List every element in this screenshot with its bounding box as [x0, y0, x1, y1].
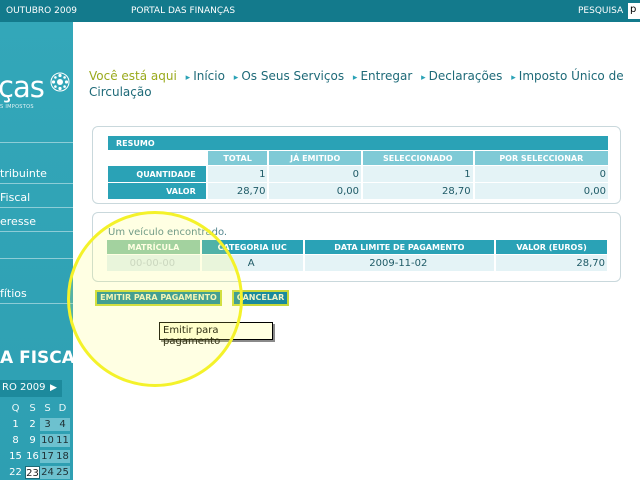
chevron-right-icon: ▸ — [511, 73, 516, 83]
breadcrumb-link-entregar[interactable]: Entregar — [360, 69, 412, 83]
breadcrumb-link-declaracoes[interactable]: Declarações — [429, 69, 503, 83]
weekday-label: S — [44, 403, 51, 414]
divider — [0, 142, 73, 143]
cursor-highlight — [67, 211, 243, 387]
valor-total: 28,70 — [207, 183, 268, 199]
calendar-day[interactable]: 8 — [8, 434, 23, 447]
portal-link[interactable]: PORTAL DAS FINANÇAS — [131, 6, 235, 16]
calendar-day[interactable]: 10 — [40, 434, 55, 447]
valor-emitido: 0,00 — [269, 183, 361, 199]
chevron-right-icon: ▸ — [233, 73, 239, 83]
sidebar: ças S IMPOSTOS tribuinte Fiscal eresse f… — [0, 22, 86, 480]
calendar-day[interactable]: 17 — [40, 450, 55, 463]
empty-cell — [108, 151, 206, 165]
top-bar: OUTUBRO 2009 PORTAL DAS FINANÇAS PESQUIS… — [0, 0, 640, 22]
flower-logo-icon — [50, 72, 70, 92]
breadcrumb-link-servicos[interactable]: Os Seus Serviços — [241, 69, 344, 83]
weekday-label: D — [58, 403, 67, 414]
sidebar-item-contribuinte[interactable]: tribuinte — [0, 164, 73, 184]
calendar-day[interactable]: 9 — [25, 434, 40, 447]
calendar-day[interactable]: 16 — [25, 450, 40, 463]
chevron-right-icon[interactable]: ▶ — [45, 380, 62, 397]
calendar-day[interactable]: 22 — [8, 466, 23, 479]
breadcrumb-link-inicio[interactable]: Início — [193, 69, 225, 83]
logo: ças S IMPOSTOS — [0, 60, 73, 120]
weekday-label: S — [29, 403, 36, 414]
logo-subtitle: S IMPOSTOS — [0, 104, 34, 110]
column-header: VALOR (EUROS) — [496, 240, 607, 254]
data-limite-cell: 2009-11-02 — [304, 255, 495, 271]
breadcrumb: Você está aqui ▸ Início ▸ Os Seus Serviços… — [89, 69, 629, 99]
quantidade-por-seleccionar: 0 — [474, 166, 608, 182]
quantidade-seleccionado: 1 — [362, 166, 473, 182]
calendar-day-today[interactable]: 23 — [25, 466, 40, 479]
calendar-day[interactable]: 2 — [25, 418, 40, 431]
chevron-right-icon: ▸ — [185, 73, 191, 83]
column-header: POR SELECCIONAR — [474, 151, 608, 165]
calendar-day[interactable]: 11 — [55, 434, 70, 447]
column-header: DATA LIMITE DE PAGAMENTO — [304, 240, 495, 254]
sidebar-item-sitios[interactable]: fítios — [0, 284, 73, 304]
calendar-day[interactable]: 24 — [40, 466, 55, 479]
logo-text: ças — [0, 70, 45, 104]
quantidade-emitido: 0 — [269, 166, 361, 182]
summary-panel: RESUMO TOTAL JÁ EMITIDO SELECCIONADO POR… — [92, 126, 621, 204]
divider — [0, 258, 73, 259]
column-header: TOTAL — [207, 151, 268, 165]
calendar-day[interactable]: 25 — [55, 466, 70, 479]
valor-por-seleccionar: 0,00 — [474, 183, 608, 199]
sidebar-item-interesse[interactable]: eresse — [0, 212, 73, 232]
column-header: SELECCIONADO — [362, 151, 473, 165]
chevron-right-icon: ▸ — [421, 73, 426, 83]
search-label: PESQUISA — [578, 6, 624, 16]
sidebar-item-fiscal[interactable]: Fiscal — [0, 188, 73, 208]
calendar-day[interactable]: 3 — [40, 418, 55, 431]
chevron-right-icon: ▸ — [352, 73, 358, 83]
column-header: JÁ EMITIDO — [269, 151, 361, 165]
date-label: OUTUBRO 2009 — [6, 6, 78, 16]
calendar-day[interactable]: 4 — [55, 418, 70, 431]
row-label-valor: VALOR — [108, 183, 206, 199]
calendar-day[interactable]: 1 — [8, 418, 23, 431]
summary-table: RESUMO TOTAL JÁ EMITIDO SELECCIONADO POR… — [106, 135, 610, 200]
valor-cell: 28,70 — [496, 255, 607, 271]
quantidade-total: 1 — [207, 166, 268, 182]
row-label-quantidade: QUANTIDADE — [108, 166, 206, 182]
calendar-day[interactable]: 15 — [8, 450, 23, 463]
breadcrumb-here-label: Você está aqui — [89, 69, 177, 83]
summary-title: RESUMO — [108, 136, 608, 150]
calendar-day[interactable]: 18 — [55, 450, 70, 463]
fiscal-calendar-title: A FISCAL — [0, 348, 86, 368]
weekday-label: Q — [11, 403, 20, 414]
valor-seleccionado: 28,70 — [362, 183, 473, 199]
search-input[interactable]: p — [628, 3, 640, 19]
